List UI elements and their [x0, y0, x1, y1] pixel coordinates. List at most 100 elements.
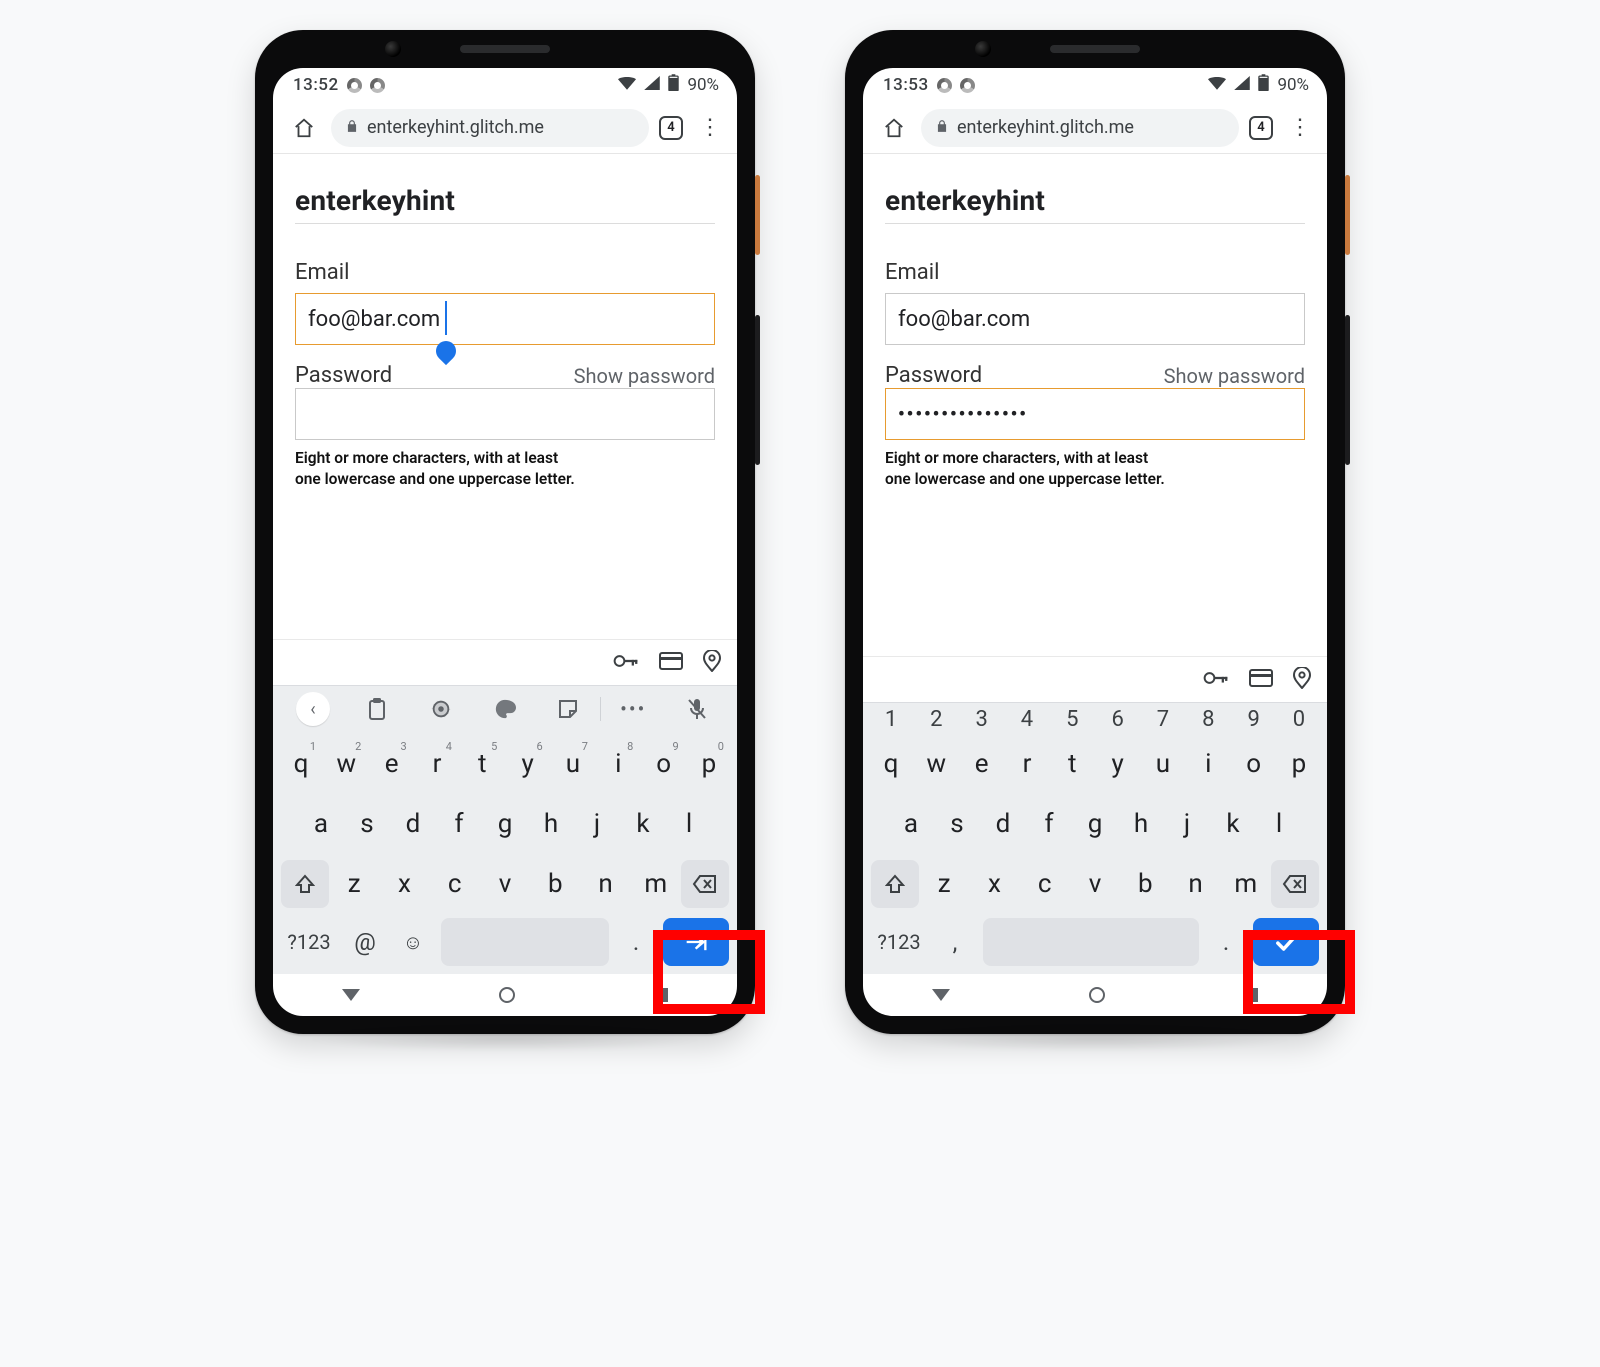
- volume-button[interactable]: [1345, 315, 1350, 465]
- menu-icon[interactable]: ⋮: [693, 111, 727, 145]
- key-h[interactable]: h: [531, 796, 571, 852]
- menu-icon[interactable]: ⋮: [1283, 111, 1317, 145]
- pin-icon[interactable]: [1293, 667, 1311, 693]
- at-key[interactable]: @: [345, 918, 385, 966]
- key-o[interactable]: o9: [644, 736, 684, 792]
- card-icon[interactable]: [1249, 669, 1273, 691]
- period-key[interactable]: .: [1207, 918, 1245, 966]
- address-bar[interactable]: enterkeyhint.glitch.me: [331, 109, 649, 147]
- numkey-2[interactable]: 2: [916, 707, 956, 732]
- numkey-6[interactable]: 6: [1098, 707, 1138, 732]
- key-f[interactable]: f: [1029, 796, 1069, 852]
- volume-button[interactable]: [755, 315, 760, 465]
- key-o[interactable]: o: [1234, 736, 1274, 792]
- key-c[interactable]: c: [435, 856, 475, 912]
- key-s[interactable]: s: [937, 796, 977, 852]
- mic-off-icon[interactable]: [665, 698, 729, 720]
- symbols-key[interactable]: ?123: [871, 918, 927, 966]
- key-g[interactable]: g: [485, 796, 525, 852]
- key-w[interactable]: w2: [326, 736, 366, 792]
- key-a[interactable]: a: [891, 796, 931, 852]
- period-key[interactable]: .: [617, 918, 655, 966]
- key-icon[interactable]: [613, 651, 639, 675]
- power-button[interactable]: [755, 175, 760, 255]
- key-q[interactable]: q1: [281, 736, 321, 792]
- key-v[interactable]: v: [1075, 856, 1115, 912]
- email-field[interactable]: foo@bar.com: [885, 293, 1305, 345]
- numkey-4[interactable]: 4: [1007, 707, 1047, 732]
- nav-recents[interactable]: [1244, 988, 1258, 1002]
- card-icon[interactable]: [659, 652, 683, 674]
- sticker-icon[interactable]: [536, 699, 600, 719]
- key-u[interactable]: u7: [553, 736, 593, 792]
- key-w[interactable]: w: [916, 736, 956, 792]
- numkey-1[interactable]: 1: [871, 707, 911, 732]
- key-d[interactable]: d: [393, 796, 433, 852]
- nav-recents[interactable]: [654, 988, 668, 1002]
- comma-key[interactable]: ,: [935, 918, 975, 966]
- key-z[interactable]: z: [924, 856, 964, 912]
- key-m[interactable]: m: [1226, 856, 1266, 912]
- key-f[interactable]: f: [439, 796, 479, 852]
- backspace-key[interactable]: [1271, 860, 1319, 908]
- key-c[interactable]: c: [1025, 856, 1065, 912]
- key-x[interactable]: x: [384, 856, 424, 912]
- key-r[interactable]: r: [1007, 736, 1047, 792]
- key-p[interactable]: p: [1279, 736, 1319, 792]
- key-s[interactable]: s: [347, 796, 387, 852]
- numkey-5[interactable]: 5: [1052, 707, 1092, 732]
- key-j[interactable]: j: [577, 796, 617, 852]
- password-field[interactable]: [295, 388, 715, 440]
- key-y[interactable]: y6: [508, 736, 548, 792]
- home-icon[interactable]: [287, 111, 321, 145]
- numkey-7[interactable]: 7: [1143, 707, 1183, 732]
- nav-back[interactable]: [932, 989, 950, 1001]
- palette-icon[interactable]: [473, 698, 537, 720]
- pin-icon[interactable]: [703, 650, 721, 676]
- key-e[interactable]: e3: [372, 736, 412, 792]
- key-icon[interactable]: [1203, 668, 1229, 692]
- key-x[interactable]: x: [974, 856, 1014, 912]
- key-d[interactable]: d: [983, 796, 1023, 852]
- key-n[interactable]: n: [1176, 856, 1216, 912]
- key-e[interactable]: e: [962, 736, 1002, 792]
- tab-count[interactable]: 4: [1249, 116, 1273, 140]
- backspace-key[interactable]: [681, 860, 729, 908]
- nav-home[interactable]: [499, 987, 515, 1003]
- clipboard-icon[interactable]: [345, 698, 409, 720]
- key-i[interactable]: i: [1188, 736, 1228, 792]
- address-bar[interactable]: enterkeyhint.glitch.me: [921, 109, 1239, 147]
- key-j[interactable]: j: [1167, 796, 1207, 852]
- key-m[interactable]: m: [636, 856, 676, 912]
- key-p[interactable]: p0: [689, 736, 729, 792]
- numkey-0[interactable]: 0: [1279, 707, 1319, 732]
- power-button[interactable]: [1345, 175, 1350, 255]
- numkey-9[interactable]: 9: [1234, 707, 1274, 732]
- key-b[interactable]: b: [535, 856, 575, 912]
- numkey-3[interactable]: 3: [962, 707, 1002, 732]
- key-u[interactable]: u: [1143, 736, 1183, 792]
- nav-home[interactable]: [1089, 987, 1105, 1003]
- key-h[interactable]: h: [1121, 796, 1161, 852]
- key-z[interactable]: z: [334, 856, 374, 912]
- key-k[interactable]: k: [623, 796, 663, 852]
- key-a[interactable]: a: [301, 796, 341, 852]
- key-g[interactable]: g: [1075, 796, 1115, 852]
- symbols-key[interactable]: ?123: [281, 918, 337, 966]
- enter-key-done[interactable]: [1253, 918, 1319, 966]
- password-field[interactable]: •••••••••••••••: [885, 388, 1305, 440]
- tab-count[interactable]: 4: [659, 116, 683, 140]
- numkey-8[interactable]: 8: [1188, 707, 1228, 732]
- show-password-link[interactable]: Show password: [1164, 364, 1305, 388]
- key-q[interactable]: q: [871, 736, 911, 792]
- key-v[interactable]: v: [485, 856, 525, 912]
- nav-back[interactable]: [342, 989, 360, 1001]
- key-k[interactable]: k: [1213, 796, 1253, 852]
- key-b[interactable]: b: [1125, 856, 1165, 912]
- key-r[interactable]: r4: [417, 736, 457, 792]
- show-password-link[interactable]: Show password: [574, 364, 715, 388]
- key-n[interactable]: n: [586, 856, 626, 912]
- space-key[interactable]: [983, 918, 1199, 966]
- gear-icon[interactable]: [409, 698, 473, 720]
- key-t[interactable]: t5: [462, 736, 502, 792]
